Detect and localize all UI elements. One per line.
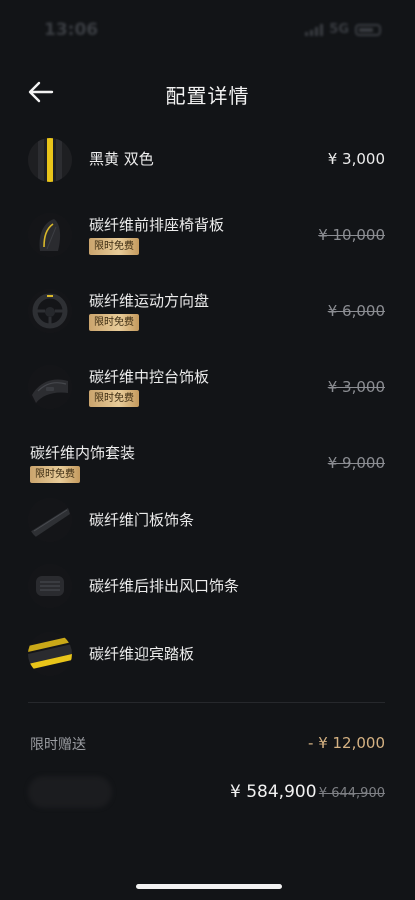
item-price: ¥ 3,000 (327, 378, 385, 396)
item-name: 黑黄 双色 (89, 150, 154, 168)
config-item-seat-back[interactable]: 碳纤维前排座椅背板 限时免费 ¥ 10,000 (0, 210, 415, 266)
limited-free-badge: 限时免费 (89, 314, 139, 331)
gift-label: 限时赠送 (30, 737, 86, 753)
color-swatch-thumbnail (28, 138, 72, 182)
status-bar: 13:06 5G (0, 0, 415, 60)
sub-item-name: 碳纤维门板饰条 (89, 511, 195, 529)
package-name: 碳纤维内饰套装 (30, 444, 136, 462)
network-label: 5G (329, 22, 349, 37)
air-vent-thumbnail (28, 564, 72, 608)
seat-back-thumbnail (28, 213, 72, 257)
config-package-interior[interactable]: 碳纤维内饰套装 限时免费 ¥ 9,000 (0, 440, 415, 488)
limited-free-badge: 限时免费 (89, 390, 139, 407)
item-price: ¥ 10,000 (318, 226, 385, 244)
item-name: 碳纤维运动方向盘 (89, 292, 210, 310)
sub-item-name: 碳纤维后排出风口饰条 (89, 577, 240, 595)
center-console-thumbnail (28, 365, 72, 409)
status-indicators: 5G (305, 22, 381, 37)
item-price: ¥ 6,000 (327, 302, 385, 320)
total-price: ¥ 584,900 (230, 782, 317, 802)
config-item-steering-wheel[interactable]: 碳纤维运动方向盘 限时免费 ¥ 6,000 (0, 286, 415, 342)
page-title: 配置详情 (165, 84, 250, 108)
battery-icon (355, 23, 381, 36)
blurred-button[interactable] (28, 776, 112, 808)
home-indicator[interactable] (136, 884, 282, 889)
package-sub-item: 碳纤维后排出风口饰条 (0, 562, 415, 610)
header: 配置详情 (0, 72, 415, 112)
package-price: ¥ 9,000 (327, 454, 385, 472)
door-trim-thumbnail (28, 498, 72, 542)
item-name: 碳纤维中控台饰板 (89, 368, 210, 386)
item-price: ¥ 3,000 (327, 150, 385, 168)
door-sill-thumbnail (28, 632, 72, 676)
total-original-price: ¥ 644,900 (318, 786, 385, 801)
sub-item-name: 碳纤维迎宾踏板 (89, 645, 195, 663)
status-time: 13:06 (44, 20, 99, 40)
config-item-center-console[interactable]: 碳纤维中控台饰板 限时免费 ¥ 3,000 (0, 362, 415, 418)
item-name: 碳纤维前排座椅背板 (89, 216, 225, 234)
gift-value: - ¥ 12,000 (308, 734, 385, 752)
signal-icon (305, 23, 324, 36)
config-item-color[interactable]: 黑黄 双色 ¥ 3,000 (0, 136, 415, 186)
package-sub-item: 碳纤维门板饰条 (0, 496, 415, 544)
limited-free-badge: 限时免费 (89, 238, 139, 255)
divider (28, 702, 385, 703)
limited-free-badge: 限时免费 (30, 466, 80, 483)
package-sub-item: 碳纤维迎宾踏板 (0, 630, 415, 678)
steering-wheel-thumbnail (28, 289, 72, 333)
